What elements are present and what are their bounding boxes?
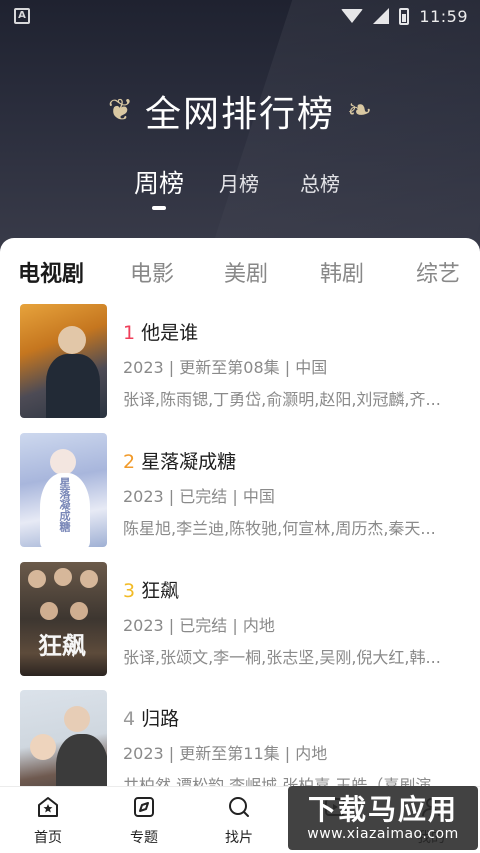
list-item[interactable]: 狂飙 3 狂飙 2023 | 已完结 | 内地 张译,张颂文,李一桐,张志坚,吴刚… bbox=[0, 562, 480, 678]
tab-indicator bbox=[152, 206, 166, 210]
rank-number: 3 bbox=[123, 580, 136, 602]
item-title-text: 归路 bbox=[141, 708, 180, 730]
nav-topics[interactable]: 专题 bbox=[114, 795, 174, 847]
item-meta: 2023 | 更新至第08集 | 中国 bbox=[123, 358, 328, 377]
category-tabs: 电视剧 电影 美剧 韩剧 综艺 bbox=[0, 238, 480, 304]
poster-caption: 狂飙 bbox=[38, 632, 86, 660]
ranking-header: A 11:59 ❦ 全网排行榜 ❧ 周榜 月榜 总榜 bbox=[0, 0, 480, 262]
item-meta: 2023 | 已完结 | 中国 bbox=[123, 487, 275, 506]
poster-image[interactable] bbox=[20, 690, 107, 786]
poster-figure bbox=[54, 568, 72, 586]
home-icon bbox=[38, 797, 58, 817]
category-tab-tv[interactable]: 电视剧 bbox=[18, 256, 84, 288]
rank-number: 1 bbox=[123, 322, 136, 344]
poster-image[interactable]: 星落凝成糖 bbox=[20, 433, 107, 547]
poster-figure bbox=[58, 326, 86, 354]
wifi-icon bbox=[341, 9, 364, 23]
item-title[interactable]: 2 星落凝成糖 bbox=[123, 447, 236, 474]
category-tab-movie[interactable]: 电影 bbox=[130, 256, 174, 288]
item-cast: 张译,张颂文,李一桐,张志坚,吴刚,倪大红,韩... bbox=[123, 648, 441, 667]
poster-figure bbox=[64, 706, 90, 732]
poster-figure bbox=[28, 570, 46, 588]
tab-weekly[interactable]: 周榜 bbox=[134, 164, 184, 200]
poster-figure bbox=[50, 449, 76, 475]
status-bar: A 11:59 bbox=[0, 0, 480, 32]
list-item[interactable]: 1 他是谁 2023 | 更新至第08集 | 中国 张译,陈雨锶,丁勇岱,俞灏明,… bbox=[0, 304, 480, 420]
tab-overall[interactable]: 总榜 bbox=[300, 168, 340, 197]
nav-find-label: 找片 bbox=[225, 830, 253, 846]
nav-find[interactable]: 找片 bbox=[209, 795, 269, 847]
poster-image[interactable] bbox=[20, 304, 107, 418]
poster-figure bbox=[56, 734, 107, 786]
item-cast: 张译,陈雨锶,丁勇岱,俞灏明,赵阳,刘冠麟,齐... bbox=[123, 390, 441, 409]
list-item[interactable]: 星落凝成糖 2 星落凝成糖 2023 | 已完结 | 中国 陈星旭,李兰迪,陈牧驰… bbox=[0, 433, 480, 549]
poster-figure bbox=[30, 734, 56, 760]
tab-monthly[interactable]: 月榜 bbox=[219, 168, 259, 197]
item-title[interactable]: 1 他是谁 bbox=[123, 318, 198, 345]
title-row: ❦ 全网排行榜 ❧ bbox=[0, 86, 480, 136]
poster-figure bbox=[70, 602, 88, 620]
poster-figure bbox=[40, 602, 58, 620]
item-title[interactable]: 3 狂飙 bbox=[123, 576, 179, 603]
item-title-text: 狂飙 bbox=[141, 580, 180, 602]
watermark: 下载马应用 www.xiazaimao.com bbox=[288, 786, 478, 850]
ranking-content: 电视剧 电影 美剧 韩剧 综艺 1 他是谁 2023 | 更新至第08集 | 中国… bbox=[0, 238, 480, 786]
page-title: 全网排行榜 bbox=[144, 94, 335, 135]
poster-figure bbox=[80, 570, 98, 588]
rank-number: 4 bbox=[123, 708, 136, 730]
poster-caption: 星落凝成糖 bbox=[58, 477, 71, 532]
notification-a-icon: A bbox=[14, 8, 30, 24]
signal-icon bbox=[373, 8, 390, 24]
nav-topics-label: 专题 bbox=[130, 830, 158, 846]
rank-number: 2 bbox=[123, 451, 136, 473]
watermark-url: www.xiazaimao.com bbox=[307, 826, 459, 842]
item-meta: 2023 | 已完结 | 内地 bbox=[123, 616, 275, 635]
category-tab-variety[interactable]: 综艺 bbox=[416, 256, 460, 288]
list-item[interactable]: 4 归路 2023 | 更新至第11集 | 内地 井柏然,谭松韵,李岷城,张柏嘉,… bbox=[0, 690, 480, 786]
category-tab-us-drama[interactable]: 美剧 bbox=[224, 256, 268, 288]
item-title-text: 星落凝成糖 bbox=[141, 451, 237, 473]
watermark-title: 下载马应用 bbox=[307, 793, 458, 826]
rank-period-tabs: 周榜 月榜 总榜 bbox=[0, 168, 480, 214]
nav-home-label: 首页 bbox=[34, 830, 62, 846]
laurel-left-icon: ❦ bbox=[107, 93, 133, 128]
item-title-text: 他是谁 bbox=[141, 322, 199, 344]
compass-icon bbox=[134, 797, 154, 817]
item-cast: 井柏然,谭松韵,李岷城,张柏嘉,王皓（喜剧演 bbox=[123, 776, 432, 786]
item-cast: 陈星旭,李兰迪,陈牧驰,何宣林,周历杰,秦天... bbox=[123, 519, 436, 538]
poster-image[interactable]: 狂飙 bbox=[20, 562, 107, 676]
item-title[interactable]: 4 归路 bbox=[123, 704, 179, 731]
category-tab-k-drama[interactable]: 韩剧 bbox=[320, 256, 364, 288]
laurel-right-icon: ❧ bbox=[347, 93, 373, 128]
nav-home[interactable]: 首页 bbox=[18, 795, 78, 847]
item-meta: 2023 | 更新至第11集 | 内地 bbox=[123, 744, 328, 763]
search-icon bbox=[229, 797, 249, 817]
status-time: 11:59 bbox=[419, 6, 468, 26]
poster-figure bbox=[46, 354, 100, 418]
battery-icon bbox=[399, 7, 410, 25]
